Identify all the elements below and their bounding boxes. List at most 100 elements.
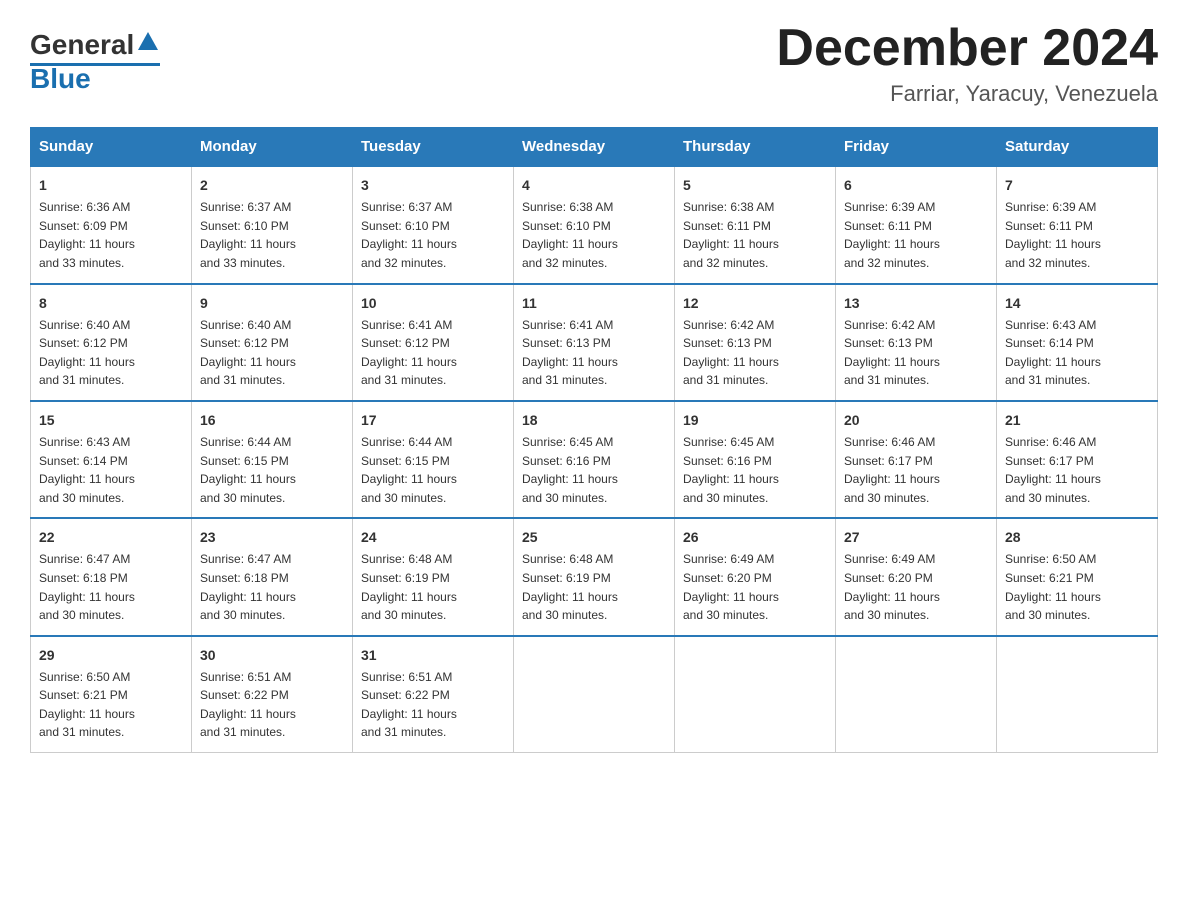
day-number: 19 [683, 410, 827, 431]
day-info: Sunrise: 6:45 AMSunset: 6:16 PMDaylight:… [522, 433, 666, 507]
day-number: 20 [844, 410, 988, 431]
day-info: Sunrise: 6:46 AMSunset: 6:17 PMDaylight:… [844, 433, 988, 507]
day-number: 17 [361, 410, 505, 431]
calendar-cell: 8Sunrise: 6:40 AMSunset: 6:12 PMDaylight… [31, 284, 192, 401]
day-info: Sunrise: 6:51 AMSunset: 6:22 PMDaylight:… [200, 668, 344, 742]
day-info: Sunrise: 6:43 AMSunset: 6:14 PMDaylight:… [1005, 316, 1149, 390]
day-info: Sunrise: 6:48 AMSunset: 6:19 PMDaylight:… [361, 550, 505, 624]
day-info: Sunrise: 6:40 AMSunset: 6:12 PMDaylight:… [200, 316, 344, 390]
calendar-cell: 25Sunrise: 6:48 AMSunset: 6:19 PMDayligh… [514, 518, 675, 635]
day-info: Sunrise: 6:49 AMSunset: 6:20 PMDaylight:… [683, 550, 827, 624]
day-number: 22 [39, 527, 183, 548]
calendar-cell: 27Sunrise: 6:49 AMSunset: 6:20 PMDayligh… [836, 518, 997, 635]
day-info: Sunrise: 6:37 AMSunset: 6:10 PMDaylight:… [200, 198, 344, 272]
calendar-cell: 17Sunrise: 6:44 AMSunset: 6:15 PMDayligh… [353, 401, 514, 518]
calendar-cell: 28Sunrise: 6:50 AMSunset: 6:21 PMDayligh… [997, 518, 1158, 635]
day-number: 5 [683, 175, 827, 196]
day-number: 14 [1005, 293, 1149, 314]
day-number: 30 [200, 645, 344, 666]
calendar-body: 1Sunrise: 6:36 AMSunset: 6:09 PMDaylight… [31, 166, 1158, 752]
day-info: Sunrise: 6:42 AMSunset: 6:13 PMDaylight:… [844, 316, 988, 390]
day-number: 23 [200, 527, 344, 548]
day-info: Sunrise: 6:50 AMSunset: 6:21 PMDaylight:… [1005, 550, 1149, 624]
day-number: 11 [522, 293, 666, 314]
day-number: 27 [844, 527, 988, 548]
week-row-5: 29Sunrise: 6:50 AMSunset: 6:21 PMDayligh… [31, 636, 1158, 753]
calendar-cell: 2Sunrise: 6:37 AMSunset: 6:10 PMDaylight… [192, 166, 353, 283]
calendar-cell: 22Sunrise: 6:47 AMSunset: 6:18 PMDayligh… [31, 518, 192, 635]
week-row-3: 15Sunrise: 6:43 AMSunset: 6:14 PMDayligh… [31, 401, 1158, 518]
day-info: Sunrise: 6:39 AMSunset: 6:11 PMDaylight:… [1005, 198, 1149, 272]
calendar-cell: 12Sunrise: 6:42 AMSunset: 6:13 PMDayligh… [675, 284, 836, 401]
day-number: 13 [844, 293, 988, 314]
day-info: Sunrise: 6:47 AMSunset: 6:18 PMDaylight:… [200, 550, 344, 624]
calendar-cell: 6Sunrise: 6:39 AMSunset: 6:11 PMDaylight… [836, 166, 997, 283]
day-info: Sunrise: 6:38 AMSunset: 6:10 PMDaylight:… [522, 198, 666, 272]
day-number: 24 [361, 527, 505, 548]
calendar-cell: 15Sunrise: 6:43 AMSunset: 6:14 PMDayligh… [31, 401, 192, 518]
calendar-cell: 19Sunrise: 6:45 AMSunset: 6:16 PMDayligh… [675, 401, 836, 518]
day-number: 10 [361, 293, 505, 314]
day-number: 3 [361, 175, 505, 196]
calendar-cell: 21Sunrise: 6:46 AMSunset: 6:17 PMDayligh… [997, 401, 1158, 518]
calendar-cell: 20Sunrise: 6:46 AMSunset: 6:17 PMDayligh… [836, 401, 997, 518]
calendar-cell: 30Sunrise: 6:51 AMSunset: 6:22 PMDayligh… [192, 636, 353, 753]
logo-triangle-icon [138, 32, 158, 55]
calendar-cell: 5Sunrise: 6:38 AMSunset: 6:11 PMDaylight… [675, 166, 836, 283]
day-number: 15 [39, 410, 183, 431]
day-number: 12 [683, 293, 827, 314]
header: General Blue December 2024 Farriar, Yara… [30, 20, 1158, 107]
day-number: 6 [844, 175, 988, 196]
day-number: 8 [39, 293, 183, 314]
day-info: Sunrise: 6:41 AMSunset: 6:13 PMDaylight:… [522, 316, 666, 390]
col-wednesday: Wednesday [514, 128, 675, 167]
day-info: Sunrise: 6:39 AMSunset: 6:11 PMDaylight:… [844, 198, 988, 272]
day-number: 9 [200, 293, 344, 314]
col-saturday: Saturday [997, 128, 1158, 167]
day-info: Sunrise: 6:47 AMSunset: 6:18 PMDaylight:… [39, 550, 183, 624]
calendar-cell: 13Sunrise: 6:42 AMSunset: 6:13 PMDayligh… [836, 284, 997, 401]
col-sunday: Sunday [31, 128, 192, 167]
calendar-cell: 23Sunrise: 6:47 AMSunset: 6:18 PMDayligh… [192, 518, 353, 635]
day-number: 29 [39, 645, 183, 666]
calendar-cell: 16Sunrise: 6:44 AMSunset: 6:15 PMDayligh… [192, 401, 353, 518]
day-info: Sunrise: 6:41 AMSunset: 6:12 PMDaylight:… [361, 316, 505, 390]
calendar-cell [997, 636, 1158, 753]
day-info: Sunrise: 6:44 AMSunset: 6:15 PMDaylight:… [200, 433, 344, 507]
day-info: Sunrise: 6:42 AMSunset: 6:13 PMDaylight:… [683, 316, 827, 390]
location-subtitle: Farriar, Yaracuy, Venezuela [776, 81, 1158, 107]
day-info: Sunrise: 6:45 AMSunset: 6:16 PMDaylight:… [683, 433, 827, 507]
day-number: 25 [522, 527, 666, 548]
day-number: 28 [1005, 527, 1149, 548]
calendar-cell: 10Sunrise: 6:41 AMSunset: 6:12 PMDayligh… [353, 284, 514, 401]
day-info: Sunrise: 6:44 AMSunset: 6:15 PMDaylight:… [361, 433, 505, 507]
calendar-cell: 29Sunrise: 6:50 AMSunset: 6:21 PMDayligh… [31, 636, 192, 753]
day-info: Sunrise: 6:40 AMSunset: 6:12 PMDaylight:… [39, 316, 183, 390]
logo-general: General [30, 30, 134, 61]
week-row-1: 1Sunrise: 6:36 AMSunset: 6:09 PMDaylight… [31, 166, 1158, 283]
day-number: 21 [1005, 410, 1149, 431]
col-friday: Friday [836, 128, 997, 167]
calendar-cell: 24Sunrise: 6:48 AMSunset: 6:19 PMDayligh… [353, 518, 514, 635]
calendar-cell: 4Sunrise: 6:38 AMSunset: 6:10 PMDaylight… [514, 166, 675, 283]
calendar-cell: 7Sunrise: 6:39 AMSunset: 6:11 PMDaylight… [997, 166, 1158, 283]
calendar-table: Sunday Monday Tuesday Wednesday Thursday… [30, 127, 1158, 753]
day-info: Sunrise: 6:49 AMSunset: 6:20 PMDaylight:… [844, 550, 988, 624]
calendar-cell [514, 636, 675, 753]
day-number: 16 [200, 410, 344, 431]
day-info: Sunrise: 6:37 AMSunset: 6:10 PMDaylight:… [361, 198, 505, 272]
logo-blue: Blue [30, 64, 91, 95]
calendar-cell [675, 636, 836, 753]
day-number: 26 [683, 527, 827, 548]
day-info: Sunrise: 6:51 AMSunset: 6:22 PMDaylight:… [361, 668, 505, 742]
calendar-cell: 1Sunrise: 6:36 AMSunset: 6:09 PMDaylight… [31, 166, 192, 283]
calendar-cell: 14Sunrise: 6:43 AMSunset: 6:14 PMDayligh… [997, 284, 1158, 401]
calendar-header-row: Sunday Monday Tuesday Wednesday Thursday… [31, 128, 1158, 167]
day-number: 31 [361, 645, 505, 666]
col-thursday: Thursday [675, 128, 836, 167]
calendar-cell [836, 636, 997, 753]
day-number: 2 [200, 175, 344, 196]
week-row-4: 22Sunrise: 6:47 AMSunset: 6:18 PMDayligh… [31, 518, 1158, 635]
calendar-cell: 3Sunrise: 6:37 AMSunset: 6:10 PMDaylight… [353, 166, 514, 283]
calendar-cell: 11Sunrise: 6:41 AMSunset: 6:13 PMDayligh… [514, 284, 675, 401]
